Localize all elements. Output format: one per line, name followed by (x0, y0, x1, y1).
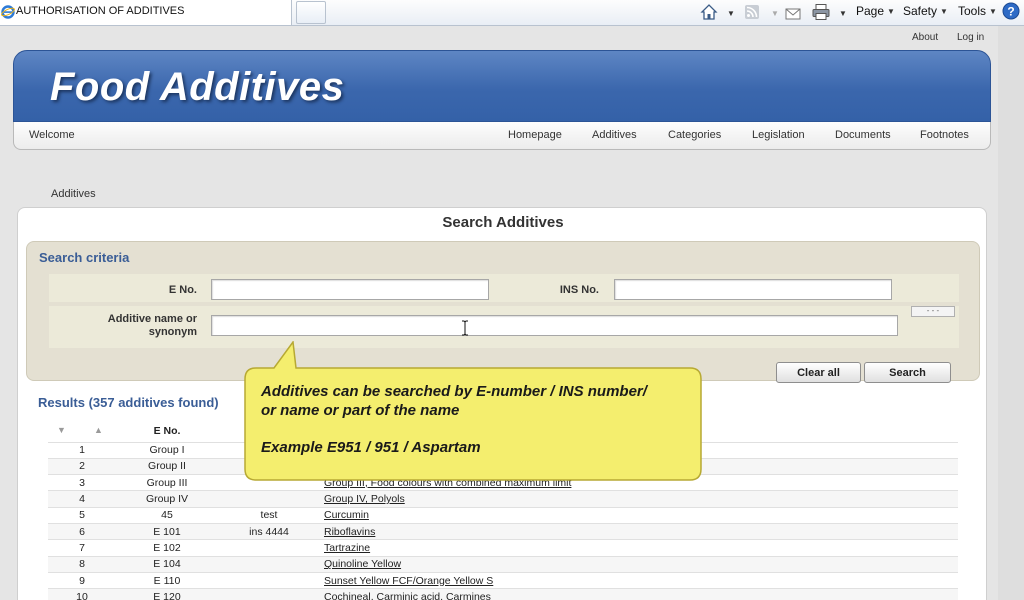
row-name-cell: Cochineal, Carminic acid, Carmines (320, 588, 958, 600)
new-tab-button[interactable] (296, 1, 326, 24)
row-number: 10 (48, 588, 116, 600)
table-row[interactable]: 9E 110 Sunset Yellow FCF/Orange Yellow S (48, 571, 958, 589)
row-number: 8 (48, 555, 116, 573)
row-e-no: E 102 (116, 539, 218, 557)
row-e-no: Group IV (116, 490, 218, 508)
row-number: 3 (48, 474, 116, 491)
print-icon[interactable] (812, 3, 830, 21)
row-number: 7 (48, 539, 116, 557)
help-callout: Additives can be searched by E-number / … (244, 341, 702, 481)
row-ins-no (218, 571, 320, 589)
row-e-no: Group I (116, 441, 218, 459)
additive-name-input[interactable] (211, 315, 898, 336)
row-name-cell: Curcumin (320, 506, 958, 524)
row-name-cell: Quinoline Yellow (320, 555, 958, 573)
results-heading: Results (357 additives found) (38, 395, 219, 410)
row-number: 5 (48, 506, 116, 524)
row-name-cell: Sunset Yellow FCF/Orange Yellow S (320, 571, 958, 589)
callout-line-1: Additives can be searched by E-number / … (261, 383, 647, 400)
row-e-no: E 110 (116, 571, 218, 589)
row-e-no: Group III (116, 474, 218, 491)
options-button[interactable]: - - - (911, 306, 955, 317)
print-dropdown-icon[interactable]: ▼ (839, 9, 847, 27)
additive-link[interactable]: Tartrazine (324, 542, 370, 554)
row-number: 9 (48, 571, 116, 589)
site-title: Food Additives (50, 65, 345, 109)
row-number: 4 (48, 490, 116, 508)
col-num-header[interactable] (48, 420, 116, 442)
tools-menu[interactable]: Tools ▼ (958, 4, 997, 18)
table-row[interactable]: 6E 101 ins 4444 Riboflavins (48, 522, 958, 540)
breadcrumb[interactable]: Additives (51, 188, 96, 200)
table-row[interactable]: 10 E 120 Cochineal, Carminic acid, Carmine… (48, 588, 958, 600)
feeds-dropdown-icon[interactable]: ▼ (771, 9, 779, 27)
row-name-cell: Riboflavins (320, 522, 958, 540)
welcome-label: Welcome (29, 129, 75, 141)
site-header: Food Additives (13, 50, 991, 122)
row-ins-no (218, 555, 320, 573)
row-e-no: Group II (116, 457, 218, 475)
row-ins-no: test (218, 506, 320, 524)
nav-bar: Welcome Homepage Additives Categories Le… (13, 122, 991, 150)
nav-homepage[interactable]: Homepage (508, 129, 562, 141)
nav-categories[interactable]: Categories (668, 129, 721, 141)
nav-footnotes[interactable]: Footnotes (920, 129, 969, 141)
row-e-no: 45 (116, 506, 218, 524)
row-ins-no (218, 588, 320, 600)
row-ins-no (218, 539, 320, 557)
additive-link[interactable]: Curcumin (324, 509, 369, 521)
row-name-cell: Tartrazine (320, 539, 958, 557)
ins-no-input[interactable] (614, 279, 892, 300)
home-icon[interactable] (700, 3, 718, 21)
home-dropdown-icon[interactable]: ▼ (727, 9, 735, 27)
row-e-no: E 104 (116, 555, 218, 573)
additive-link[interactable]: Cochineal, Carminic acid, Carmines (324, 591, 491, 600)
row-ins-no (218, 490, 320, 508)
row-number: 1 (48, 441, 116, 459)
help-icon[interactable]: ? (1002, 2, 1020, 20)
ie-logo-icon (1, 5, 15, 19)
row-name-cell: Group IV, Polyols (320, 490, 958, 508)
feeds-icon[interactable] (744, 3, 760, 21)
row-e-no: E 101 (116, 522, 218, 540)
text-cursor-icon (462, 320, 468, 336)
e-no-label: E No. (168, 284, 197, 296)
about-link[interactable]: About (912, 32, 938, 43)
mail-icon[interactable] (785, 5, 801, 23)
page-scrollbar[interactable] (998, 26, 1024, 600)
additive-link[interactable]: Group IV, Polyols (324, 493, 405, 505)
search-criteria-title: Search criteria (39, 250, 130, 265)
additive-name-label: Additive name or synonym (107, 313, 197, 338)
e-no-input[interactable] (211, 279, 489, 300)
row-e-no: E 120 (116, 588, 218, 600)
svg-text:?: ? (1007, 5, 1014, 19)
nav-legislation[interactable]: Legislation (752, 129, 805, 141)
callout-line-3: Example E951 / 951 / Aspartam (261, 439, 481, 456)
table-row[interactable]: 7E 102 Tartrazine (48, 539, 958, 557)
row-ins-no: ins 4444 (218, 522, 320, 540)
page-menu[interactable]: Page ▼ (856, 4, 895, 18)
nav-additives[interactable]: Additives (592, 129, 637, 141)
login-link[interactable]: Log in (957, 32, 984, 43)
browser-toolbar: AUTHORISATION OF ADDITIVES ▼ ▼ ▼ Page ▼ S… (0, 0, 1024, 26)
tab-title: AUTHORISATION OF ADDITIVES (16, 5, 185, 17)
table-row[interactable]: 8E 104 Quinoline Yellow (48, 555, 958, 573)
search-button[interactable]: Search (864, 362, 951, 383)
additive-link[interactable]: Sunset Yellow FCF/Orange Yellow S (324, 575, 493, 587)
col-e-no-header[interactable]: E No. (116, 420, 218, 442)
callout-line-2: or name or part of the name (261, 402, 460, 419)
table-row[interactable]: 4 Group IV Group IV, Polyols (48, 490, 958, 508)
clear-all-button[interactable]: Clear all (776, 362, 861, 383)
additive-link[interactable]: Riboflavins (324, 526, 375, 538)
row-number: 6 (48, 522, 116, 540)
safety-menu[interactable]: Safety ▼ (903, 4, 948, 18)
nav-documents[interactable]: Documents (835, 129, 891, 141)
additive-link[interactable]: Quinoline Yellow (324, 558, 401, 570)
row-number: 2 (48, 457, 116, 475)
table-row[interactable]: 5 45 test Curcumin (48, 506, 958, 524)
panel-title: Search Additives (442, 214, 564, 231)
browser-tab[interactable]: AUTHORISATION OF ADDITIVES (0, 0, 292, 25)
ins-no-label: INS No. (559, 284, 599, 296)
